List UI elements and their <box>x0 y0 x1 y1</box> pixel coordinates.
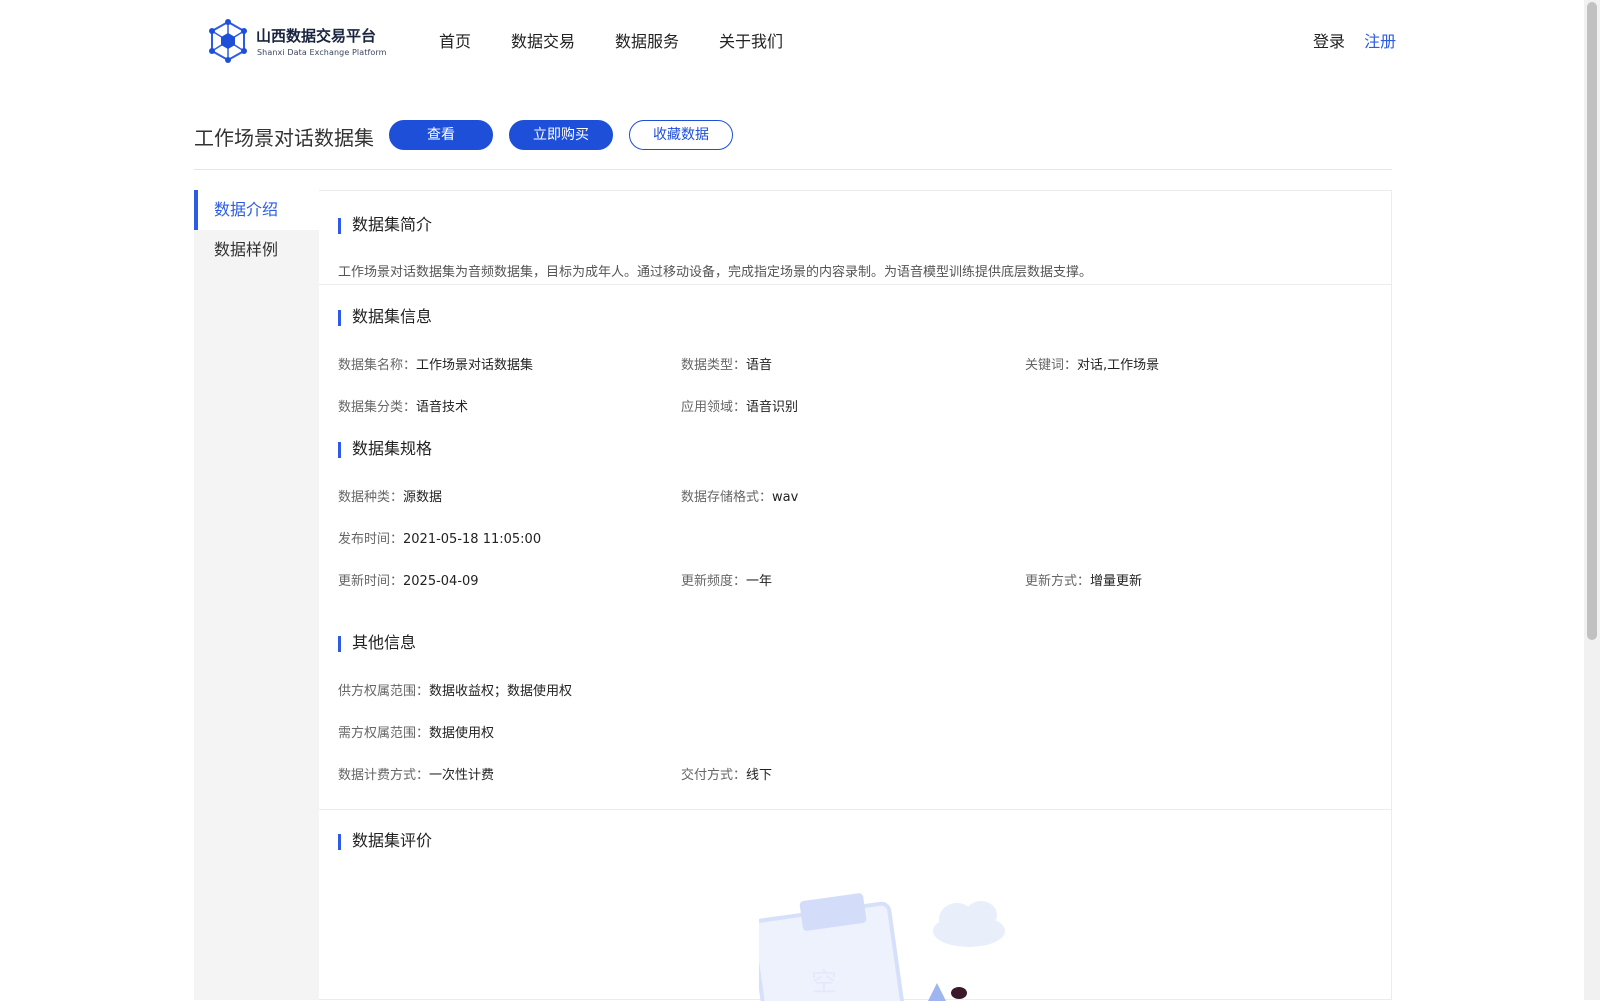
section-divider <box>319 809 1391 810</box>
clipboard-icon: 空 <box>759 893 908 1001</box>
field-supplier-rights: 供方权属范围：数据收益权；数据使用权 <box>338 680 572 699</box>
nav-home[interactable]: 首页 <box>439 28 471 52</box>
field-dataset-name: 数据集名称：工作场景对话数据集 <box>338 354 533 373</box>
top-header: 山西数据交易平台 Shanxi Data Exchange Platform 首… <box>0 0 1584 80</box>
page-scrollbar[interactable] <box>1584 0 1600 1000</box>
field-key: 供方权属范围： <box>338 684 430 699</box>
field-billing-method: 数据计费方式：一次性计费 <box>338 764 494 783</box>
field-data-type: 数据类型：语音 <box>681 354 772 373</box>
section-divider <box>319 284 1391 285</box>
field-value: 源数据 <box>403 490 443 505</box>
field-key: 交付方式： <box>681 768 747 783</box>
field-key: 需方权属范围： <box>338 726 430 741</box>
field-publish-time: 发布时间：2021-05-18 11:05:00 <box>338 528 541 547</box>
platform-logo[interactable]: 山西数据交易平台 Shanxi Data Exchange Platform <box>208 19 386 63</box>
section-title-info: 数据集信息 <box>338 308 432 326</box>
field-value: 语音 <box>746 358 773 373</box>
empty-state-illustration: 空 <box>759 893 1005 1001</box>
auth-links: 登录 注册 <box>1313 28 1396 52</box>
triangle-decoration <box>928 983 946 1001</box>
sidebar-item-intro[interactable]: 数据介绍 <box>194 190 319 230</box>
field-value: 数据使用权 <box>429 726 495 741</box>
field-update-frequency: 更新频度：一年 <box>681 570 772 589</box>
field-application-domain: 应用领域：语音识别 <box>681 396 798 415</box>
dataset-title-row: 工作场景对话数据集 查看 立即购买 收藏数据 <box>194 120 1392 150</box>
dot-decoration <box>951 987 967 999</box>
field-buyer-rights: 需方权属范围：数据使用权 <box>338 722 494 741</box>
title-divider <box>194 169 1392 170</box>
field-key: 数据集名称： <box>338 358 417 373</box>
field-value: 一年 <box>746 574 773 589</box>
field-keywords: 关键词：对话,工作场景 <box>1025 354 1159 373</box>
nav-about-us[interactable]: 关于我们 <box>719 28 783 52</box>
svg-text:空: 空 <box>811 968 837 998</box>
field-key: 关键词： <box>1025 358 1078 373</box>
field-key: 数据集分类： <box>338 400 417 415</box>
field-key: 数据类型： <box>681 358 747 373</box>
field-delivery-method: 交付方式：线下 <box>681 764 772 783</box>
nav-data-trading[interactable]: 数据交易 <box>511 28 575 52</box>
field-category: 数据集分类：语音技术 <box>338 396 468 415</box>
field-key: 更新频度： <box>681 574 747 589</box>
dataset-title: 工作场景对话数据集 <box>194 126 374 150</box>
logo-subtitle: Shanxi Data Exchange Platform <box>257 48 387 57</box>
field-value: 线下 <box>746 768 773 783</box>
cloud-icon <box>933 901 1005 947</box>
section-title-review: 数据集评价 <box>338 832 432 850</box>
field-key: 更新时间： <box>338 574 404 589</box>
field-value: wav <box>772 490 799 505</box>
section-title-intro: 数据集简介 <box>338 216 432 234</box>
field-value: 数据收益权；数据使用权 <box>429 684 573 699</box>
nav-data-services[interactable]: 数据服务 <box>615 28 679 52</box>
favorite-button[interactable]: 收藏数据 <box>629 120 733 150</box>
field-key: 发布时间： <box>338 532 404 547</box>
intro-text: 工作场景对话数据集为音频数据集，目标为成年人。通过移动设备，完成指定场景的内容录… <box>338 265 1093 280</box>
field-key: 数据种类： <box>338 490 404 505</box>
field-value: 2025-04-09 <box>403 574 479 589</box>
field-update-time: 更新时间：2025-04-09 <box>338 570 479 589</box>
field-value: 语音识别 <box>746 400 799 415</box>
field-key: 数据计费方式： <box>338 768 430 783</box>
register-link[interactable]: 注册 <box>1364 32 1396 51</box>
detail-sidebar: 数据介绍 数据样例 <box>194 190 319 1000</box>
sidebar-item-samples[interactable]: 数据样例 <box>194 230 319 270</box>
field-data-kind: 数据种类：源数据 <box>338 486 442 505</box>
field-key: 应用领域： <box>681 400 747 415</box>
field-storage-format: 数据存储格式：wav <box>681 486 798 505</box>
field-value: 2021-05-18 11:05:00 <box>403 532 542 547</box>
scrollbar-thumb[interactable] <box>1587 2 1597 640</box>
field-update-method: 更新方式：增量更新 <box>1025 570 1142 589</box>
login-link[interactable]: 登录 <box>1313 32 1345 51</box>
view-button[interactable]: 查看 <box>389 120 493 150</box>
section-title-spec: 数据集规格 <box>338 440 432 458</box>
hexagon-network-icon <box>209 19 247 63</box>
section-title-other: 其他信息 <box>338 634 416 652</box>
buy-now-button[interactable]: 立即购买 <box>509 120 613 150</box>
field-key: 数据存储格式： <box>681 490 773 505</box>
main-nav: 首页 数据交易 数据服务 关于我们 <box>439 28 823 52</box>
field-value: 工作场景对话数据集 <box>416 358 534 373</box>
field-value: 增量更新 <box>1090 574 1143 589</box>
field-value: 一次性计费 <box>429 768 495 783</box>
logo-title: 山西数据交易平台 <box>256 27 377 45</box>
detail-panel: 数据集简介 工作场景对话数据集为音频数据集，目标为成年人。通过移动设备，完成指定… <box>319 190 1392 1001</box>
field-key: 更新方式： <box>1025 574 1091 589</box>
field-value: 语音技术 <box>416 400 469 415</box>
field-value: 对话,工作场景 <box>1077 358 1160 373</box>
